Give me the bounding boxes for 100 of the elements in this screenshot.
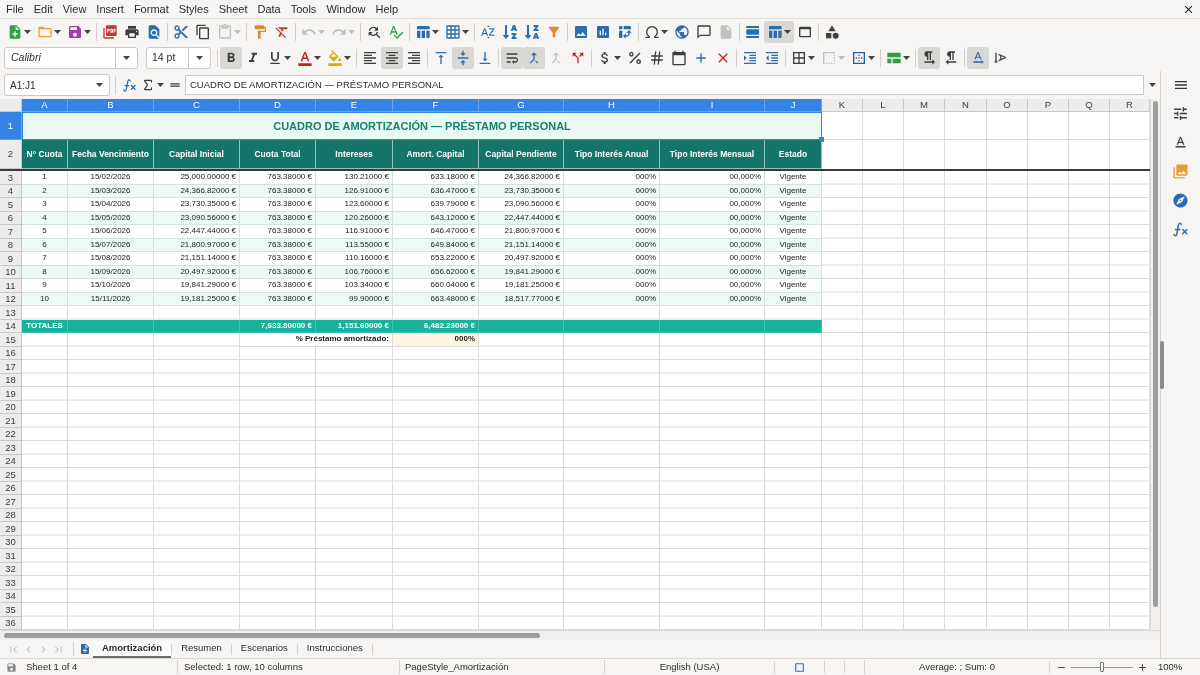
row-header[interactable]: 19 [0,387,22,401]
text-left-to-right-button[interactable] [967,46,989,69]
zoom-in-button[interactable] [1137,661,1148,673]
pivot-table-icon [617,23,633,40]
row-header[interactable]: 29 [0,522,22,536]
menu-item[interactable]: File [1,0,29,18]
column-header[interactable]: B [68,99,154,112]
formula-input-field[interactable]: CUADRO DE AMORTIZACIÓN — PRÉSTAMO PERSONAL [185,75,1144,95]
column-header[interactable]: M [904,99,945,112]
column-header[interactable]: N [945,99,987,112]
row-header[interactable]: 21 [0,414,22,428]
menu-item[interactable]: Format [128,0,174,18]
column-header[interactable]: R [1110,99,1150,112]
row-header[interactable]: 9 [0,252,22,266]
compass-icon [1172,191,1189,209]
table-cell: 000% [564,171,660,185]
grid-icon [445,23,461,40]
vertical-scrollbar[interactable] [1150,99,1160,630]
sheet-tab[interactable]: Amortización [93,640,172,658]
sigma-icon [141,78,155,92]
font-name-field[interactable]: Calibri [4,46,138,69]
sort-icon [480,23,496,40]
merge-center-button[interactable] [523,46,545,69]
page-magnifier-icon [146,23,162,40]
row-header[interactable]: 25 [0,468,22,482]
column-header[interactable]: J [765,99,822,112]
menu-item[interactable]: View [57,0,92,18]
sheet-tab[interactable]: Resumen [172,640,231,658]
table-cell: 9 [22,279,68,293]
column-header[interactable]: A [22,99,68,112]
column-header[interactable]: E [316,99,393,112]
center-vertically-button[interactable] [452,46,474,69]
sheet-tab[interactable]: Instrucciones [297,640,372,658]
row-header[interactable]: 23 [0,441,22,455]
column-header[interactable]: D [240,99,316,112]
menu-item[interactable]: Insert [91,0,129,18]
column-header[interactable]: H [564,99,660,112]
menu-item[interactable]: Sheet [213,0,253,18]
column-header[interactable]: Q [1069,99,1110,112]
column-header[interactable]: O [987,99,1028,112]
zoom-slider[interactable] [1071,662,1133,672]
row-header[interactable]: 5 [0,198,22,212]
hash-icon [649,49,665,66]
menu-item[interactable]: Data [252,0,286,18]
table-cell: 763.38000 € [240,171,316,185]
menu-item[interactable]: Window [321,0,371,18]
freeze-button[interactable] [764,20,794,43]
header-cell: Tipo Interés Anual [564,140,660,169]
font-size-field[interactable]: 14 pt [146,46,211,69]
table-cell: 00,000% [660,252,765,266]
menu-item[interactable]: Edit [28,0,58,18]
name-box-field[interactable]: A1:J1 [4,74,110,96]
row-header[interactable]: 15 [0,333,22,347]
menu-item[interactable]: Styles [173,0,214,18]
align-center-button[interactable] [381,46,403,69]
row-header[interactable]: 27 [0,495,22,509]
row-header[interactable]: 7 [0,225,22,239]
left-to-right-button[interactable] [918,46,940,69]
column-header[interactable]: C [154,99,240,112]
align-left-icon [362,49,378,66]
table-cell: 000% [564,198,660,212]
wrap-text-button[interactable] [501,46,523,69]
paintbrush-icon [252,23,268,40]
sidebar-handle[interactable] [1160,341,1164,389]
shapes-icon [824,23,840,40]
table-cell: 15/02/2026 [68,171,154,185]
fill-handle[interactable] [819,137,824,142]
row-header[interactable]: 11 [0,279,22,293]
sheet-tab[interactable]: Escenarios [231,640,297,658]
row-header[interactable]: 3 [0,171,22,185]
row-header[interactable]: 2 [0,140,22,169]
column-header[interactable]: P [1028,99,1069,112]
table-cell: 110.16000 € [316,252,393,266]
save-icon [67,23,83,40]
table-cell: 000% [564,252,660,266]
row-header[interactable]: 35 [0,603,22,617]
column-header[interactable]: I [660,99,765,112]
caret-icon [314,55,321,60]
zoom-percent-label[interactable]: 100% [1158,659,1183,675]
table-cell: 123.60000 € [316,198,393,212]
table-cell: 763.38000 € [240,198,316,212]
column-header[interactable]: F [393,99,479,112]
column-header[interactable]: G [479,99,564,112]
menu-item[interactable]: Tools [285,0,322,18]
row-header[interactable]: 13 [0,306,22,320]
caret-icon [614,55,621,60]
row-header[interactable]: 33 [0,576,22,590]
slider-thumb[interactable] [1100,662,1104,672]
header-cell: Capital Inicial [154,140,240,169]
table-cell: 000% [564,279,660,293]
navigator-button[interactable] [1172,190,1189,210]
column-header[interactable]: K [822,99,863,112]
sheet-position-label: Sheet 1 of 4 [25,659,79,674]
menu-item[interactable]: Help [370,0,404,18]
horizontal-scrollbar[interactable] [0,630,1160,640]
row-header[interactable]: 31 [0,549,22,563]
row-header[interactable]: 17 [0,360,22,374]
column-header[interactable]: L [863,99,904,112]
row-header[interactable]: 1 [0,112,22,140]
bold-button[interactable] [220,46,242,69]
